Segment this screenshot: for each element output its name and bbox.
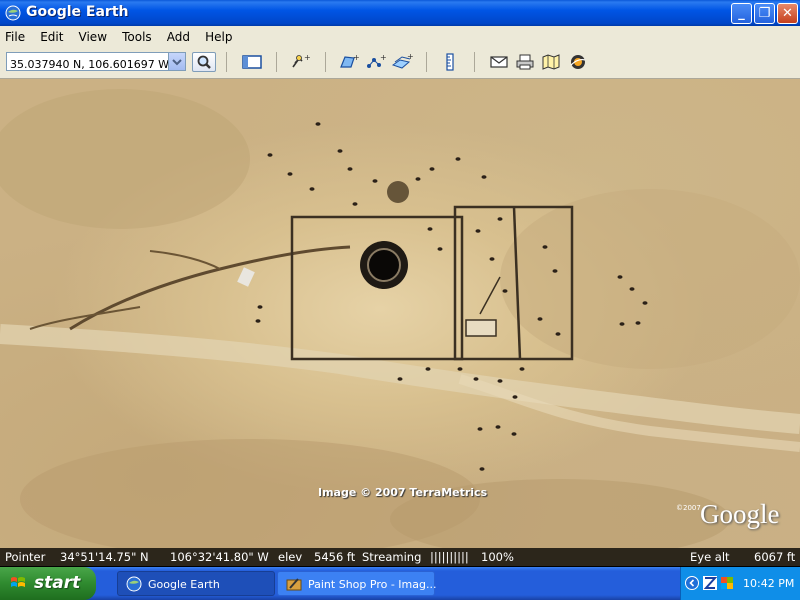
taskbar-item-label: Google Earth xyxy=(148,578,220,591)
toolbar-separator xyxy=(276,52,277,72)
menu-tools[interactable]: Tools xyxy=(117,28,157,46)
menu-add[interactable]: Add xyxy=(162,28,195,46)
google-maps-icon xyxy=(542,54,560,70)
eye-alt-value: 6067 ft xyxy=(754,550,796,564)
email-button[interactable] xyxy=(487,52,511,72)
search-icon xyxy=(197,55,211,69)
logo-copyright: ©2007 xyxy=(676,504,701,512)
menu-view[interactable]: View xyxy=(74,28,112,46)
print-icon xyxy=(516,54,534,70)
placemark-icon: + xyxy=(292,53,311,68)
elevation-value: 5456 ft xyxy=(314,550,356,564)
streaming-label: Streaming xyxy=(362,550,422,564)
pointer-latitude: 34°51'14.75" N xyxy=(60,550,149,564)
zonealarm-icon[interactable] xyxy=(703,576,717,590)
clock[interactable]: 10:42 PM xyxy=(743,577,794,590)
search-input[interactable] xyxy=(7,55,171,74)
sidebar-toggle-icon xyxy=(242,55,262,69)
show-hidden-icons-icon[interactable] xyxy=(685,576,699,590)
toolbar: + + + + xyxy=(0,46,800,79)
menu-help[interactable]: Help xyxy=(200,28,237,46)
maximize-button[interactable]: ❐ xyxy=(754,3,775,24)
search-combobox[interactable] xyxy=(6,52,186,74)
start-button[interactable]: start xyxy=(0,567,96,600)
status-bar: Pointer 34°51'14.75" N 106°32'41.80" W e… xyxy=(0,548,800,566)
start-label: start xyxy=(34,573,81,593)
google-maps-button[interactable] xyxy=(539,52,563,72)
taskbar: start Google Earth Paint Shop Pro - Imag… xyxy=(0,567,800,600)
windows-flag-icon[interactable] xyxy=(720,576,734,590)
taskbar-item-paint-shop-pro[interactable]: Paint Shop Pro - Imag... xyxy=(277,571,437,596)
search-button[interactable] xyxy=(192,52,216,72)
svg-text:+: + xyxy=(407,52,414,61)
toolbar-separator xyxy=(226,52,227,72)
menu-bar: File Edit View Tools Add Help xyxy=(0,26,800,46)
title-bar[interactable]: Google Earth _ ❐ ✕ xyxy=(0,0,800,26)
toolbar-separator xyxy=(325,52,326,72)
google-earth-icon xyxy=(5,5,21,21)
sky-button[interactable] xyxy=(566,52,590,72)
toolbar-separator xyxy=(474,52,475,72)
sky-icon xyxy=(570,55,586,69)
svg-text:+: + xyxy=(380,53,387,62)
minimize-button[interactable]: _ xyxy=(731,3,752,24)
path-icon: + xyxy=(367,53,387,68)
ruler-icon xyxy=(446,53,454,71)
pointer-label: Pointer xyxy=(5,550,46,564)
image-overlay-icon: + xyxy=(391,52,414,69)
window-title: Google Earth xyxy=(26,4,129,20)
pointer-longitude: 106°32'41.80" W xyxy=(170,550,269,564)
satellite-imagery xyxy=(0,89,800,548)
taskbar-item-google-earth[interactable]: Google Earth xyxy=(117,571,275,596)
map-view[interactable]: Image © 2007 TerraMetrics ©2007 Google xyxy=(0,79,800,548)
add-polygon-button[interactable]: + xyxy=(337,52,361,72)
google-earth-icon xyxy=(126,576,142,592)
add-path-button[interactable]: + xyxy=(364,52,388,72)
sidebar-toggle-button[interactable] xyxy=(240,52,264,72)
polygon-icon: + xyxy=(340,53,360,68)
menu-edit[interactable]: Edit xyxy=(35,28,68,46)
google-logo: Google xyxy=(700,499,780,529)
paint-shop-pro-icon xyxy=(286,578,302,591)
email-icon xyxy=(490,56,508,68)
system-tray: 10:42 PM xyxy=(680,567,800,600)
add-image-overlay-button[interactable]: + xyxy=(390,52,414,72)
toolbar-separator xyxy=(426,52,427,72)
elevation-label: elev xyxy=(278,550,303,564)
streaming-percent: 100% xyxy=(481,550,514,564)
windows-logo-icon xyxy=(11,577,25,587)
print-button[interactable] xyxy=(513,52,537,72)
menu-file[interactable]: File xyxy=(0,28,30,46)
svg-text:+: + xyxy=(353,53,360,62)
ruler-button[interactable] xyxy=(438,52,462,72)
streaming-bar: |||||||||| xyxy=(430,550,469,564)
eye-alt-label: Eye alt xyxy=(690,550,730,564)
imagery-credit: Image © 2007 TerraMetrics xyxy=(318,486,488,499)
close-button[interactable]: ✕ xyxy=(777,3,798,24)
add-placemark-button[interactable]: + xyxy=(288,52,312,72)
taskbar-item-label: Paint Shop Pro - Imag... xyxy=(308,578,437,591)
svg-text:+: + xyxy=(304,53,311,62)
dropdown-arrow-icon[interactable] xyxy=(168,53,185,70)
